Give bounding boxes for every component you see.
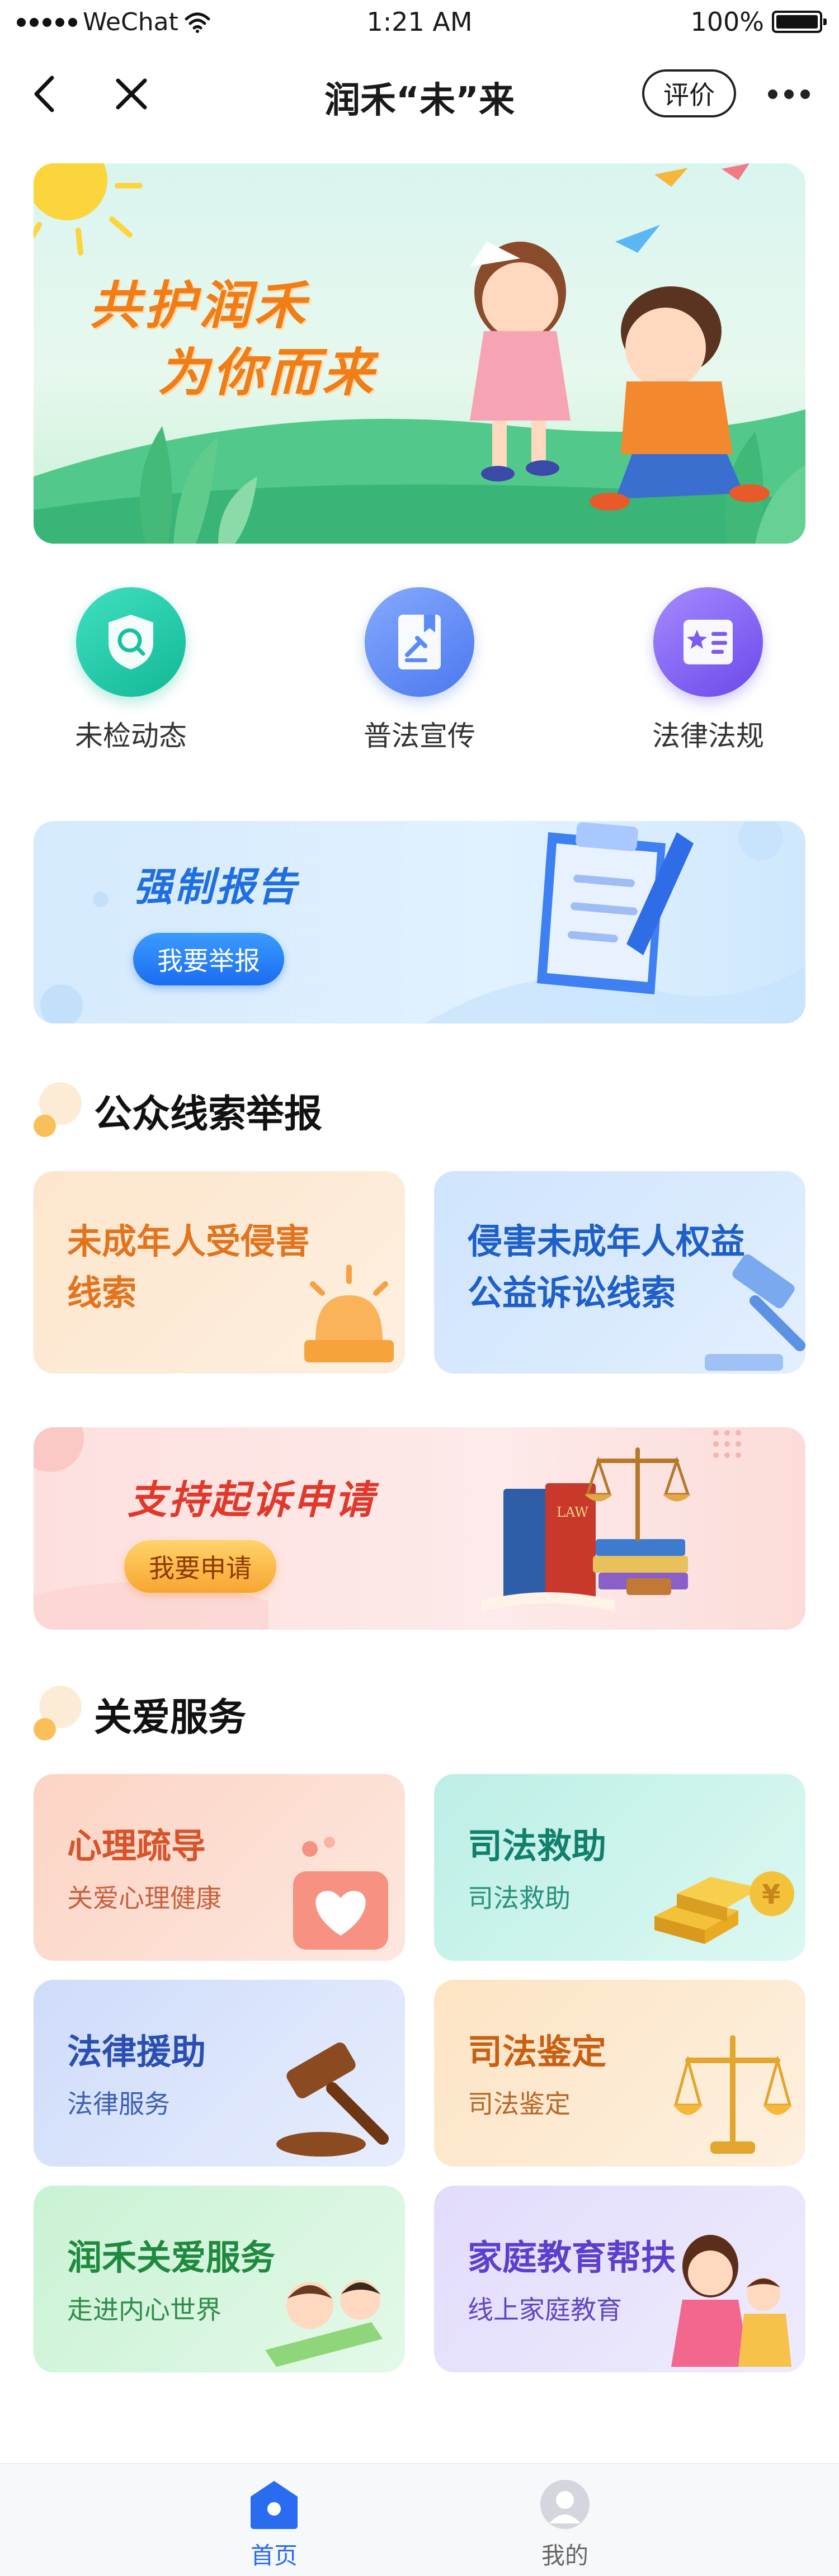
quick-entry-label: 法律法规: [652, 720, 764, 752]
shield-search-icon: [76, 587, 186, 697]
kids-pencil-icon: [265, 2280, 383, 2367]
clue-card-minor-harm[interactable]: 未成年人受侵害 线索: [34, 1171, 405, 1374]
law-book-label: LAW: [557, 1504, 588, 1520]
hero-title-line2: 为你而来: [158, 343, 378, 403]
service-card-title: 心理疏导: [67, 1825, 206, 1866]
star-book-icon: [653, 587, 763, 697]
gold-bars-icon: ¥: [654, 1871, 794, 1944]
service-card-title: 司法鉴定: [468, 2031, 607, 2072]
service-card-subtitle: 司法鉴定: [468, 2089, 571, 2119]
clue-card-line: 线索: [67, 1272, 137, 1313]
battery-level: [776, 15, 818, 29]
service-card-subtitle: 法律服务: [67, 2089, 170, 2119]
clue-section-header: 公众线索举报: [34, 1082, 322, 1138]
clue-card-public-interest[interactable]: 侵害未成年人权益 公益诉讼线索: [434, 1171, 805, 1374]
clue-card-line: 侵害未成年人权益: [468, 1221, 746, 1262]
more-dot: [800, 89, 810, 99]
service-card-judicial-aid[interactable]: ¥ 司法救助 司法救助: [434, 1774, 805, 1961]
service-card-subtitle: 走进内心世界: [67, 2295, 221, 2325]
profile-icon: [538, 2478, 592, 2531]
service-card-title: 司法救助: [468, 1825, 607, 1866]
service-card-title: 法律援助: [67, 2031, 206, 2072]
section-dot-icon: [34, 1686, 82, 1742]
care-section-header: 关爱服务: [34, 1686, 246, 1742]
report-decoration: [40, 821, 805, 1023]
more-dot: [767, 89, 777, 99]
section-title: 关爱服务: [94, 1695, 247, 1740]
hero-illustration: [34, 163, 805, 544]
clue-card-line: 公益诉讼线索: [468, 1272, 676, 1313]
service-card-family-education[interactable]: 家庭教育帮扶 线上家庭教育: [434, 2186, 805, 2372]
battery-status: 100%: [690, 7, 827, 37]
report-title: 强制报告: [133, 864, 299, 910]
tab-label: 我的: [541, 2542, 588, 2569]
status-bar: WeChat 1:21 AM 100%: [0, 0, 839, 50]
clue-card-line: 未成年人受侵害: [67, 1221, 310, 1262]
apply-button[interactable]: 我要申请: [124, 1540, 276, 1593]
clue-card-text: 未成年人受侵害 线索: [67, 1216, 310, 1319]
quick-entry-laws[interactable]: 法律法规: [624, 587, 792, 754]
service-card-runhe-care[interactable]: 润禾关爱服务 走进内心世界: [34, 2186, 405, 2372]
service-card-subtitle: 线上家庭教育: [468, 2295, 622, 2325]
litigation-title: 支持起诉申请: [128, 1477, 376, 1523]
sun-icon: [34, 163, 143, 256]
more-dot: [784, 89, 794, 99]
nav-bar: 润禾“未”来 评价: [0, 56, 839, 129]
service-card-subtitle: 关爱心理健康: [67, 1883, 221, 1913]
service-card-forensic[interactable]: 司法鉴定 司法鉴定: [434, 1980, 805, 2167]
hero-title-line1: 共护润禾: [89, 276, 309, 336]
service-card-subtitle: 司法救助: [468, 1883, 571, 1913]
parent-child-icon: [671, 2235, 791, 2367]
tab-profile[interactable]: 我的: [481, 2478, 649, 2571]
quick-entry-label: 普法宣传: [364, 720, 475, 752]
more-button[interactable]: [758, 72, 819, 116]
report-button[interactable]: 我要举报: [133, 933, 284, 985]
service-card-legal-aid[interactable]: 法律援助 法律服务: [34, 1980, 405, 2167]
rate-button[interactable]: 评价: [642, 69, 736, 117]
law-books-illustration: LAW: [34, 1427, 741, 1630]
service-card-title: 家庭教育帮扶: [468, 2237, 676, 2278]
service-card-psychological[interactable]: 心理疏导 关爱心理健康: [34, 1774, 405, 1961]
service-card-title: 润禾关爱服务: [67, 2237, 276, 2278]
home-icon: [247, 2478, 301, 2531]
battery-percent: 100%: [690, 7, 764, 37]
scales-icon: [673, 2035, 792, 2154]
tab-home[interactable]: 首页: [190, 2478, 358, 2571]
quick-entry-label: 未检动态: [75, 720, 187, 752]
clipboard-icon: [537, 822, 694, 994]
litigation-support-banner[interactable]: LAW 支持起诉申请 我要申请: [34, 1427, 805, 1630]
section-title: 公众线索举报: [94, 1092, 323, 1136]
tab-bar: 首页 我的: [0, 2463, 839, 2576]
battery-icon: [772, 11, 827, 33]
hero-banner[interactable]: 共护润禾 为你而来: [34, 163, 805, 544]
clue-card-text: 侵害未成年人权益 公益诉讼线索: [468, 1216, 745, 1319]
book-gavel-icon: [365, 587, 474, 697]
mandatory-report-banner[interactable]: 强制报告 我要举报: [34, 821, 805, 1023]
quick-entry-legal-promotion[interactable]: 普法宣传: [336, 587, 503, 754]
tab-label: 首页: [250, 2542, 298, 2569]
heart-chat-icon: [293, 1837, 388, 1950]
paper-plane-icon: [615, 163, 750, 253]
quick-entry-inspection-news[interactable]: 未检动态: [47, 587, 215, 754]
section-dot-icon: [34, 1082, 82, 1138]
svg-text:¥: ¥: [762, 1879, 780, 1910]
gavel-icon: [276, 2042, 389, 2157]
